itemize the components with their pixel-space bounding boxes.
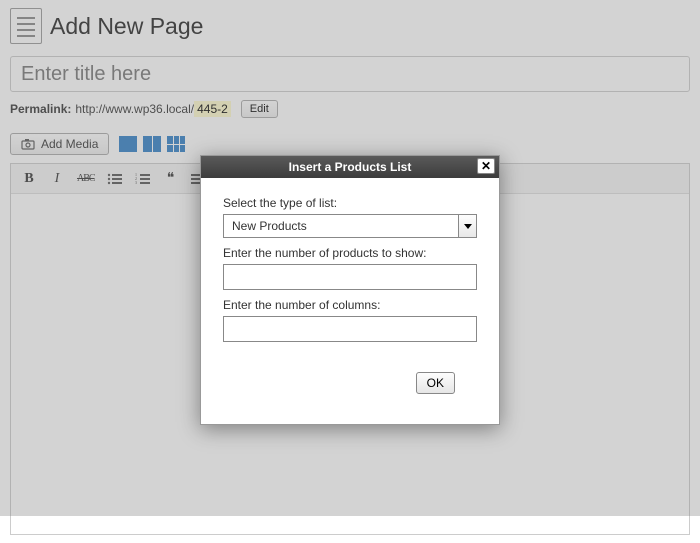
title-input[interactable]: [10, 56, 690, 92]
strike-button[interactable]: ABC: [77, 173, 95, 184]
permalink-row: Permalink: http://www.wp36.local/445-2 E…: [10, 100, 690, 118]
bold-button[interactable]: B: [21, 171, 37, 187]
insert-products-dialog: Insert a Products List ✕ Select the type…: [200, 155, 500, 425]
quote-button[interactable]: ❝: [163, 170, 179, 187]
type-label: Select the type of list:: [223, 196, 477, 210]
columns-label: Enter the number of columns:: [223, 298, 477, 312]
dialog-footer: OK: [223, 372, 477, 412]
add-media-label: Add Media: [41, 137, 98, 151]
columns-input[interactable]: [223, 316, 477, 342]
unordered-list-button[interactable]: [107, 172, 123, 186]
count-label: Enter the number of products to show:: [223, 246, 477, 260]
page-title: Add New Page: [50, 13, 203, 40]
close-button[interactable]: ✕: [477, 158, 495, 174]
page-icon: [10, 8, 42, 44]
permalink-edit-button[interactable]: Edit: [241, 100, 278, 118]
type-select[interactable]: New Products: [223, 214, 477, 238]
type-select-value: New Products: [224, 215, 476, 237]
camera-icon: [21, 137, 35, 151]
count-input[interactable]: [223, 264, 477, 290]
grid-icon-3[interactable]: [167, 136, 185, 152]
svg-text:3: 3: [135, 180, 137, 185]
media-row: Add Media: [10, 133, 690, 155]
close-icon: ✕: [481, 160, 491, 172]
permalink-label: Permalink:: [10, 102, 71, 116]
shortcode-icons: [119, 136, 185, 152]
grid-icon-2[interactable]: [143, 136, 161, 152]
page-header: Add New Page: [10, 8, 690, 44]
permalink-slug: 445-2: [194, 101, 231, 117]
permalink-base: http://www.wp36.local/: [75, 102, 194, 116]
add-media-button[interactable]: Add Media: [10, 133, 109, 155]
permalink-url: http://www.wp36.local/445-2: [75, 102, 230, 116]
dialog-title-text: Insert a Products List: [289, 160, 412, 174]
grid-icon-1[interactable]: [119, 136, 137, 152]
chevron-down-icon: [458, 215, 476, 237]
italic-button[interactable]: I: [49, 171, 65, 187]
ordered-list-button[interactable]: 123: [135, 172, 151, 186]
dialog-body: Select the type of list: New Products En…: [201, 178, 499, 424]
dialog-titlebar: Insert a Products List ✕: [201, 156, 499, 178]
ok-button[interactable]: OK: [416, 372, 455, 394]
